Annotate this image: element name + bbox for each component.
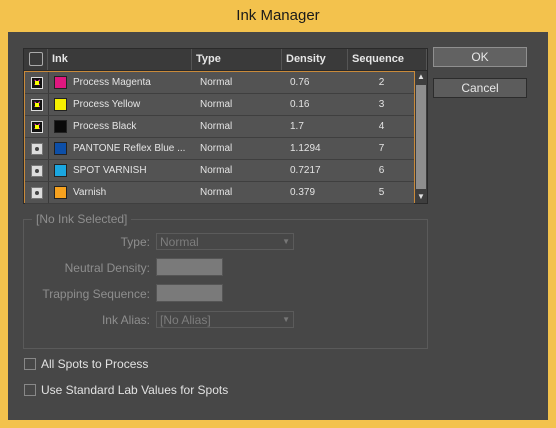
ink-manager-window: Ink Manager Ink Type Density Sequence Pr… bbox=[0, 0, 556, 428]
ink-alias-label: Ink Alias: bbox=[101, 313, 150, 327]
ink-name-cell: PANTONE Reflex Blue ... bbox=[54, 138, 192, 159]
ink-list-scrollbar[interactable]: ▲ ▼ bbox=[415, 71, 427, 203]
column-header-ink-type-icon[interactable] bbox=[24, 49, 48, 70]
chevron-down-icon: ▼ bbox=[282, 237, 290, 246]
ink-sequence-cell: 7 bbox=[378, 143, 385, 154]
ink-type-cell-text: Normal bbox=[200, 121, 233, 132]
color-swatch bbox=[54, 120, 67, 133]
ink-name-cell: Process Magenta bbox=[54, 72, 192, 93]
ink-density-cell: 0.16 bbox=[290, 99, 310, 110]
spot-ink-icon[interactable] bbox=[31, 165, 43, 177]
ink-density-cell: 1.1294 bbox=[290, 143, 321, 154]
ink-name-cell: Varnish bbox=[54, 182, 192, 203]
ink-sequence-cell: 4 bbox=[378, 121, 385, 132]
ink-list-header: Ink Type Density Sequence bbox=[24, 49, 427, 71]
color-swatch bbox=[54, 98, 67, 111]
ink-type-cell-text: Normal bbox=[200, 165, 233, 176]
ink-density-cell: 0.379 bbox=[290, 187, 316, 198]
ink-name: SPOT VARNISH bbox=[73, 165, 147, 176]
ink-settings-group: [No Ink Selected] Type: Normal ▼ Neutral… bbox=[23, 212, 428, 349]
ink-name: Process Yellow bbox=[73, 99, 141, 110]
ink-sequence-cell: 6 bbox=[378, 165, 385, 176]
standard-lab-values-checkbox[interactable] bbox=[24, 384, 36, 396]
type-label: Type: bbox=[120, 235, 150, 249]
all-spots-to-process-checkbox[interactable] bbox=[24, 358, 36, 370]
ink-name: PANTONE Reflex Blue ... bbox=[73, 143, 186, 154]
type-dropdown-value: Normal bbox=[160, 235, 199, 249]
ink-sequence-cell: 2 bbox=[378, 77, 385, 88]
trapping-sequence-label: Trapping Sequence: bbox=[42, 287, 150, 301]
group-title: [No Ink Selected] bbox=[32, 212, 132, 226]
ok-button[interactable]: OK bbox=[433, 47, 527, 67]
ink-row[interactable]: Varnish Normal 0.379 5 bbox=[25, 182, 414, 204]
ink-name-cell: Process Black bbox=[54, 116, 192, 137]
ink-row[interactable]: SPOT VARNISH Normal 0.7217 6 bbox=[25, 160, 414, 182]
color-swatch bbox=[54, 164, 67, 177]
ink-type-cell[interactable] bbox=[25, 94, 49, 115]
spot-ink-icon[interactable] bbox=[31, 143, 43, 155]
color-swatch bbox=[54, 142, 67, 155]
ink-list: Ink Type Density Sequence Process Magent… bbox=[23, 48, 428, 204]
process-ink-icon[interactable] bbox=[31, 95, 43, 115]
column-header-type[interactable]: Type bbox=[192, 49, 282, 70]
ink-name: Varnish bbox=[73, 187, 107, 198]
ink-row[interactable]: Process Yellow Normal 0.16 3 bbox=[25, 94, 414, 116]
spot-ink-icon[interactable] bbox=[31, 187, 43, 199]
ink-name-cell: Process Yellow bbox=[54, 94, 192, 115]
chevron-down-icon: ▼ bbox=[282, 315, 290, 324]
ink-density-cell: 1.7 bbox=[290, 121, 304, 132]
ink-row[interactable]: PANTONE Reflex Blue ... Normal 1.1294 7 bbox=[25, 138, 414, 160]
ink-type-cell-text: Normal bbox=[200, 187, 233, 198]
ink-density-cell: 0.7217 bbox=[290, 165, 321, 176]
ink-density-cell: 0.76 bbox=[290, 77, 310, 88]
ink-type-cell[interactable] bbox=[25, 72, 49, 93]
ink-sequence-cell: 3 bbox=[378, 99, 385, 110]
ink-name-cell: SPOT VARNISH bbox=[54, 160, 192, 181]
scroll-thumb[interactable] bbox=[416, 85, 426, 189]
type-dropdown[interactable]: Normal ▼ bbox=[156, 233, 294, 250]
cancel-button[interactable]: Cancel bbox=[433, 78, 527, 98]
ink-type-cell[interactable] bbox=[25, 182, 49, 203]
process-ink-icon[interactable] bbox=[31, 73, 43, 93]
scroll-down-arrow-icon[interactable]: ▼ bbox=[415, 191, 427, 203]
neutral-density-field[interactable] bbox=[156, 258, 223, 276]
window-title: Ink Manager bbox=[236, 7, 320, 24]
ink-type-cell[interactable] bbox=[25, 138, 49, 159]
ink-type-cell[interactable] bbox=[25, 160, 49, 181]
color-swatch bbox=[54, 186, 67, 199]
ink-alias-dropdown[interactable]: [No Alias] ▼ bbox=[156, 311, 294, 328]
all-spots-to-process-label[interactable]: All Spots to Process bbox=[41, 357, 148, 371]
color-swatch bbox=[54, 76, 67, 89]
ink-name: Process Black bbox=[73, 121, 137, 132]
ink-type-cell-text: Normal bbox=[200, 77, 233, 88]
ink-rows: Process Magenta Normal 0.76 2 Process Yellow… bbox=[24, 71, 415, 204]
trapping-sequence-field[interactable] bbox=[156, 284, 223, 302]
column-header-sequence[interactable]: Sequence bbox=[348, 49, 427, 70]
ink-row[interactable]: Process Black Normal 1.7 4 bbox=[25, 116, 414, 138]
standard-lab-values-label[interactable]: Use Standard Lab Values for Spots bbox=[41, 383, 228, 397]
dialog-body: Ink Type Density Sequence Process Magent… bbox=[8, 32, 548, 420]
ink-sequence-cell: 5 bbox=[378, 187, 385, 198]
column-header-ink[interactable]: Ink bbox=[48, 49, 192, 70]
scroll-up-arrow-icon[interactable]: ▲ bbox=[415, 71, 427, 83]
ink-type-cell[interactable] bbox=[25, 116, 49, 137]
ink-name: Process Magenta bbox=[73, 77, 151, 88]
ink-row[interactable]: Process Magenta Normal 0.76 2 bbox=[25, 72, 414, 94]
ink-type-cell-text: Normal bbox=[200, 143, 233, 154]
column-header-density[interactable]: Density bbox=[282, 49, 348, 70]
neutral-density-label: Neutral Density: bbox=[64, 261, 150, 275]
process-ink-icon[interactable] bbox=[31, 117, 43, 137]
ink-type-icon bbox=[28, 52, 43, 66]
ink-type-cell-text: Normal bbox=[200, 99, 233, 110]
ink-alias-dropdown-value: [No Alias] bbox=[160, 313, 211, 327]
title-bar: Ink Manager bbox=[0, 0, 556, 32]
